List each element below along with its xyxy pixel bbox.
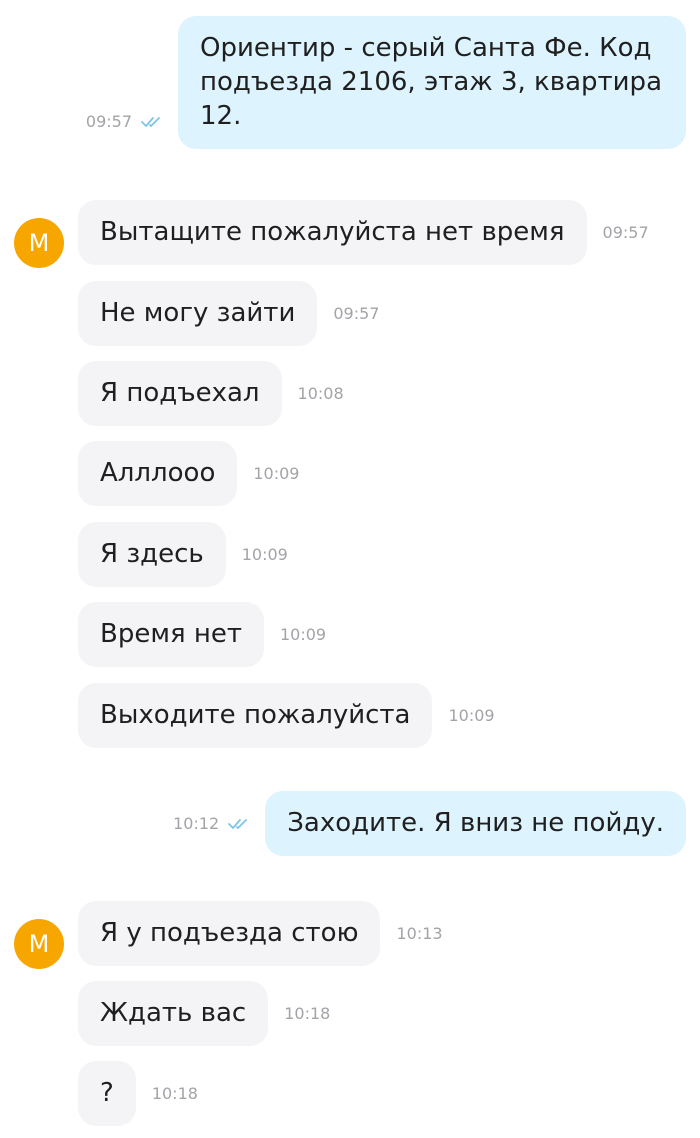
message-meta: 10:12 bbox=[173, 814, 253, 833]
message-bubble-incoming[interactable]: Я у подъезда стою bbox=[78, 901, 381, 966]
message-time: 10:18 bbox=[151, 1084, 198, 1103]
avatar[interactable]: М bbox=[14, 217, 64, 268]
message-bubble-incoming[interactable]: Алллооо bbox=[78, 441, 238, 506]
message-bubble-incoming[interactable]: Ждать вас bbox=[78, 981, 269, 1046]
message-row-incoming: Ждать вас 10:18 bbox=[0, 981, 700, 1046]
message-time: 10:18 bbox=[284, 1004, 331, 1023]
double-check-icon bbox=[141, 116, 160, 127]
message-bubble-incoming[interactable]: Время нет bbox=[78, 602, 264, 667]
message-bubble-incoming[interactable]: Выходите пожалуйста bbox=[78, 683, 433, 748]
message-time: 10:09 bbox=[448, 706, 495, 725]
message-row-incoming: Я подъехал 10:08 bbox=[0, 361, 700, 426]
message-row-incoming: ? 10:18 bbox=[0, 1061, 700, 1126]
message-bubble-incoming[interactable]: Не могу зайти bbox=[78, 281, 318, 346]
message-row-outgoing: 10:12 Заходите. Я вниз не пойду. bbox=[0, 791, 700, 856]
message-row-incoming: Не могу зайти 09:57 bbox=[0, 281, 700, 346]
message-bubble-incoming[interactable]: Я здесь bbox=[78, 522, 226, 587]
message-row-incoming: Выходите пожалуйста 10:09 bbox=[0, 683, 700, 748]
message-time: 09:57 bbox=[85, 112, 132, 131]
avatar[interactable]: М bbox=[14, 918, 64, 969]
double-check-icon bbox=[228, 818, 248, 829]
message-bubble-outgoing[interactable]: Заходите. Я вниз не пойду. bbox=[265, 791, 686, 856]
message-time: 10:13 bbox=[396, 924, 443, 943]
message-time: 10:09 bbox=[241, 545, 288, 564]
message-row-incoming: М Я у подъезда стою 10:13 bbox=[0, 901, 700, 969]
message-row-incoming: Время нет 10:09 bbox=[0, 602, 700, 667]
message-time: 10:12 bbox=[173, 814, 220, 833]
message-time: 10:09 bbox=[253, 464, 300, 483]
message-row-outgoing: 09:57 Ориентир - серый Санта Фе. Код под… bbox=[0, 16, 700, 149]
message-time: 10:08 bbox=[297, 384, 344, 403]
message-bubble-incoming[interactable]: ? bbox=[78, 1061, 136, 1126]
message-time: 09:57 bbox=[333, 304, 380, 323]
message-meta: 09:57 bbox=[86, 112, 166, 131]
message-bubble-outgoing[interactable]: Ориентир - серый Санта Фе. Код подъезда … bbox=[178, 16, 686, 149]
message-bubble-incoming[interactable]: Вытащите пожалуйста нет время bbox=[78, 200, 587, 265]
message-row-incoming: М Вытащите пожалуйста нет время 09:57 bbox=[0, 200, 700, 268]
message-time: 10:09 bbox=[280, 625, 327, 644]
message-row-incoming: Я здесь 10:09 bbox=[0, 522, 700, 587]
message-row-incoming: Алллооо 10:09 bbox=[0, 441, 700, 506]
message-bubble-incoming[interactable]: Я подъехал bbox=[78, 361, 282, 426]
message-time: 09:57 bbox=[602, 223, 649, 242]
